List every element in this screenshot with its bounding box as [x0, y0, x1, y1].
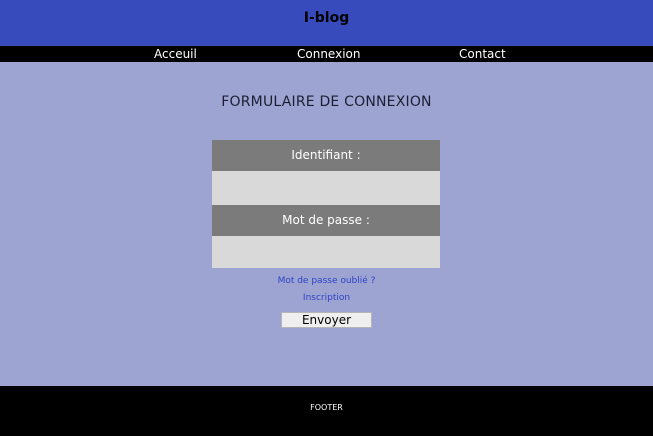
signup-link[interactable]: Inscription — [0, 293, 653, 303]
page-title: FORMULAIRE DE CONNEXION — [221, 94, 432, 110]
site-footer: FOOTER — [0, 386, 653, 436]
identifiant-input[interactable] — [212, 171, 440, 205]
submit-button[interactable]: Envoyer — [281, 312, 372, 328]
nav-item-connexion[interactable]: Connexion — [297, 46, 361, 62]
identifiant-label-box: Identifiant : — [212, 140, 440, 171]
login-form: Identifiant : Mot de passe : — [212, 140, 440, 268]
password-input[interactable] — [212, 236, 440, 268]
identifiant-label: Identifiant : — [291, 148, 361, 162]
nav-item-contact[interactable]: Contact — [459, 46, 506, 62]
password-label-box: Mot de passe : — [212, 205, 440, 236]
main-nav: Acceuil Connexion Contact — [0, 46, 653, 62]
site-brand[interactable]: I-blog — [0, 10, 653, 26]
nav-item-acceuil[interactable]: Acceuil — [154, 46, 197, 62]
password-label: Mot de passe : — [282, 213, 370, 227]
forgot-password-link[interactable]: Mot de passe oublié ? — [0, 276, 653, 286]
site-header: I-blog — [0, 0, 653, 46]
footer-label: FOOTER — [310, 403, 343, 412]
